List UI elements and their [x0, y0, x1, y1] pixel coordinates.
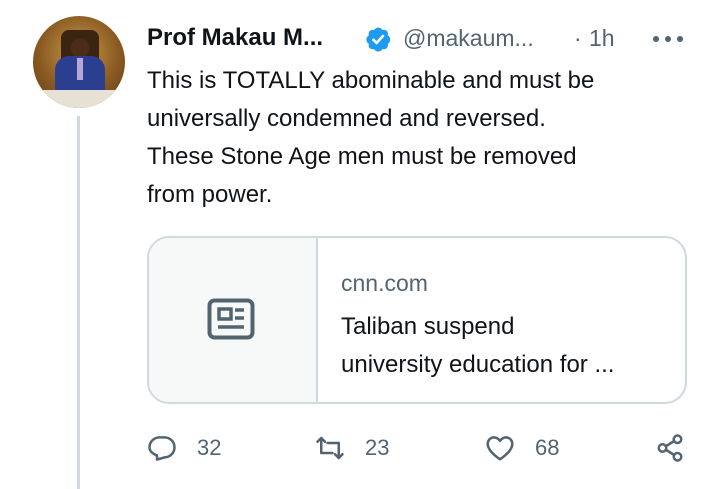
- tweet-header: Prof Makau M... @makaum... · 1h: [147, 22, 707, 56]
- verified-badge-icon: [366, 27, 391, 52]
- like-button[interactable]: 68: [485, 430, 559, 466]
- tweet-text-line: universally condemned and reversed.: [147, 105, 546, 132]
- like-count: 68: [535, 435, 560, 460]
- card-title: Taliban suspend university education for…: [341, 308, 671, 384]
- tweet-timestamp[interactable]: 1h: [589, 25, 615, 52]
- link-preview-card[interactable]: cnn.com Taliban suspend university educa…: [147, 236, 687, 404]
- retweet-count: 23: [365, 435, 390, 460]
- reply-count: 32: [197, 435, 222, 460]
- author-avatar[interactable]: [33, 16, 125, 108]
- retweet-button[interactable]: 23: [315, 430, 389, 466]
- card-thumbnail: [149, 238, 318, 402]
- author-name[interactable]: Prof Makau M...: [147, 24, 323, 52]
- tweet-text-line: This is TOTALLY abominable and must be: [147, 67, 595, 94]
- reply-icon: [148, 436, 176, 461]
- tweet-text: This is TOTALLY abominable and must be u…: [147, 62, 677, 214]
- share-icon: [657, 434, 683, 462]
- author-handle[interactable]: @makaum...: [403, 25, 534, 52]
- newspaper-icon: [207, 298, 255, 340]
- tweet-text-line: from power.: [147, 181, 273, 208]
- thread-line: [77, 116, 80, 489]
- time-separator: ·: [574, 25, 582, 51]
- more-options-icon[interactable]: [651, 29, 685, 49]
- card-title-line: Taliban suspend: [341, 313, 515, 340]
- card-title-line: university education for ...: [341, 351, 615, 378]
- share-button[interactable]: [655, 430, 685, 466]
- card-domain: cnn.com: [341, 270, 428, 296]
- tweet-actions: 32 23 68: [147, 430, 687, 466]
- heart-icon: [486, 436, 514, 461]
- tweet-text-line: These Stone Age men must be removed: [147, 143, 577, 170]
- reply-button[interactable]: 32: [147, 430, 221, 466]
- retweet-icon: [316, 436, 344, 460]
